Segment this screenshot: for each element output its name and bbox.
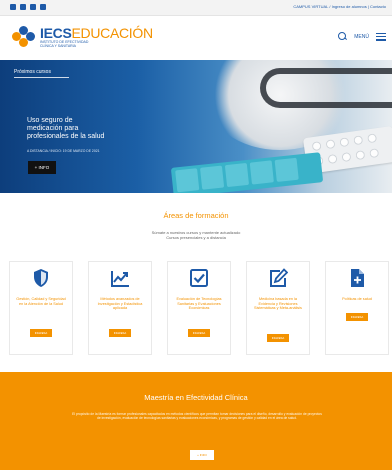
hero-banner: Próximos cursos Uso seguro de medicación… (0, 60, 392, 193)
training-card-label: Medicina basada en la Evidencia y Revisi… (254, 297, 302, 311)
logo-brand: IECSEDUCACIÓN (40, 25, 153, 41)
site-logo[interactable]: IECSEDUCACIÓN INSTITUTO DE EFECTIVIDAD C… (12, 26, 153, 48)
training-areas-title: Áreas de formación (163, 211, 229, 220)
master-description: El propósito de la Maestría es formar pr… (72, 412, 322, 421)
master-more-info-button[interactable]: + INFO (190, 450, 214, 460)
training-card-medicina[interactable]: Medicina basada en la Evidencia y Revisi… (246, 261, 310, 355)
hero-course-title: Uso seguro de medicación para profesiona… (27, 117, 105, 141)
twitter-icon[interactable] (40, 4, 46, 10)
ingresa-button[interactable]: INGRESA (109, 329, 131, 337)
master-title: Maestría en Efectividad Clínica (144, 393, 248, 402)
edit-icon (270, 268, 288, 287)
hero-more-info-button[interactable]: + INFO (28, 161, 56, 174)
facebook-icon[interactable] (10, 4, 16, 10)
ingresa-button[interactable]: INGRESA (188, 329, 210, 337)
next-courses-label[interactable]: Próximos cursos (14, 69, 69, 78)
hero-course-date: A DISTANCIA / INICIO: 19 DE MARZO DE 202… (27, 149, 100, 153)
shield-icon (34, 269, 48, 287)
logo-mark-icon (12, 26, 36, 48)
training-card-gestion[interactable]: Gestión, Calidad y Seguridad en la Atenc… (9, 261, 73, 355)
training-card-label: Métodos avanzados de Investigación y Est… (97, 297, 143, 311)
youtube-icon[interactable] (20, 4, 26, 10)
ingresa-button[interactable]: INGRESA (346, 313, 368, 321)
chart-line-icon (111, 271, 129, 287)
logo-subtitle: INSTITUTO DE EFECTIVIDAD CLÍNICA Y SANIT… (40, 40, 89, 48)
master-section: Maestría en Efectividad Clínica El propó… (0, 372, 392, 470)
pill-organizer-graphic (170, 152, 324, 193)
campus-virtual-link[interactable]: CAMPUS VIRTUAL / Ingreso de alumnos | Co… (293, 4, 386, 9)
ingresa-button[interactable]: INGRESA (30, 329, 52, 337)
training-card-label: Gestión, Calidad y Seguridad en la Atenc… (16, 297, 66, 306)
site-header: IECSEDUCACIÓN INSTITUTO DE EFECTIVIDAD C… (0, 16, 392, 60)
ingresa-button[interactable]: INGRESA (267, 334, 289, 342)
search-icon[interactable] (338, 32, 347, 41)
training-card-label: Políticas de salud (342, 297, 372, 301)
training-card-metodos[interactable]: Métodos avanzados de Investigación y Est… (88, 261, 152, 355)
training-areas-subtitle: Súmate a nuestros cursos y mantente actu… (151, 230, 241, 240)
document-plus-icon (351, 269, 364, 287)
training-card-politicas[interactable]: Políticas de salud INGRESA (325, 261, 389, 355)
hamburger-menu-icon[interactable] (376, 32, 386, 41)
linkedin-icon[interactable] (30, 4, 36, 10)
checkbox-icon (190, 269, 208, 287)
top-bar: CAMPUS VIRTUAL / Ingreso de alumnos | Co… (0, 0, 392, 16)
menu-label[interactable]: MENÚ (354, 34, 369, 40)
stethoscope-tube-graphic (260, 68, 392, 108)
social-links (10, 4, 46, 10)
training-card-label: Evaluación de Tecnologías Sanitarias y E… (176, 297, 222, 311)
training-card-evaluacion[interactable]: Evaluación de Tecnologías Sanitarias y E… (167, 261, 231, 355)
